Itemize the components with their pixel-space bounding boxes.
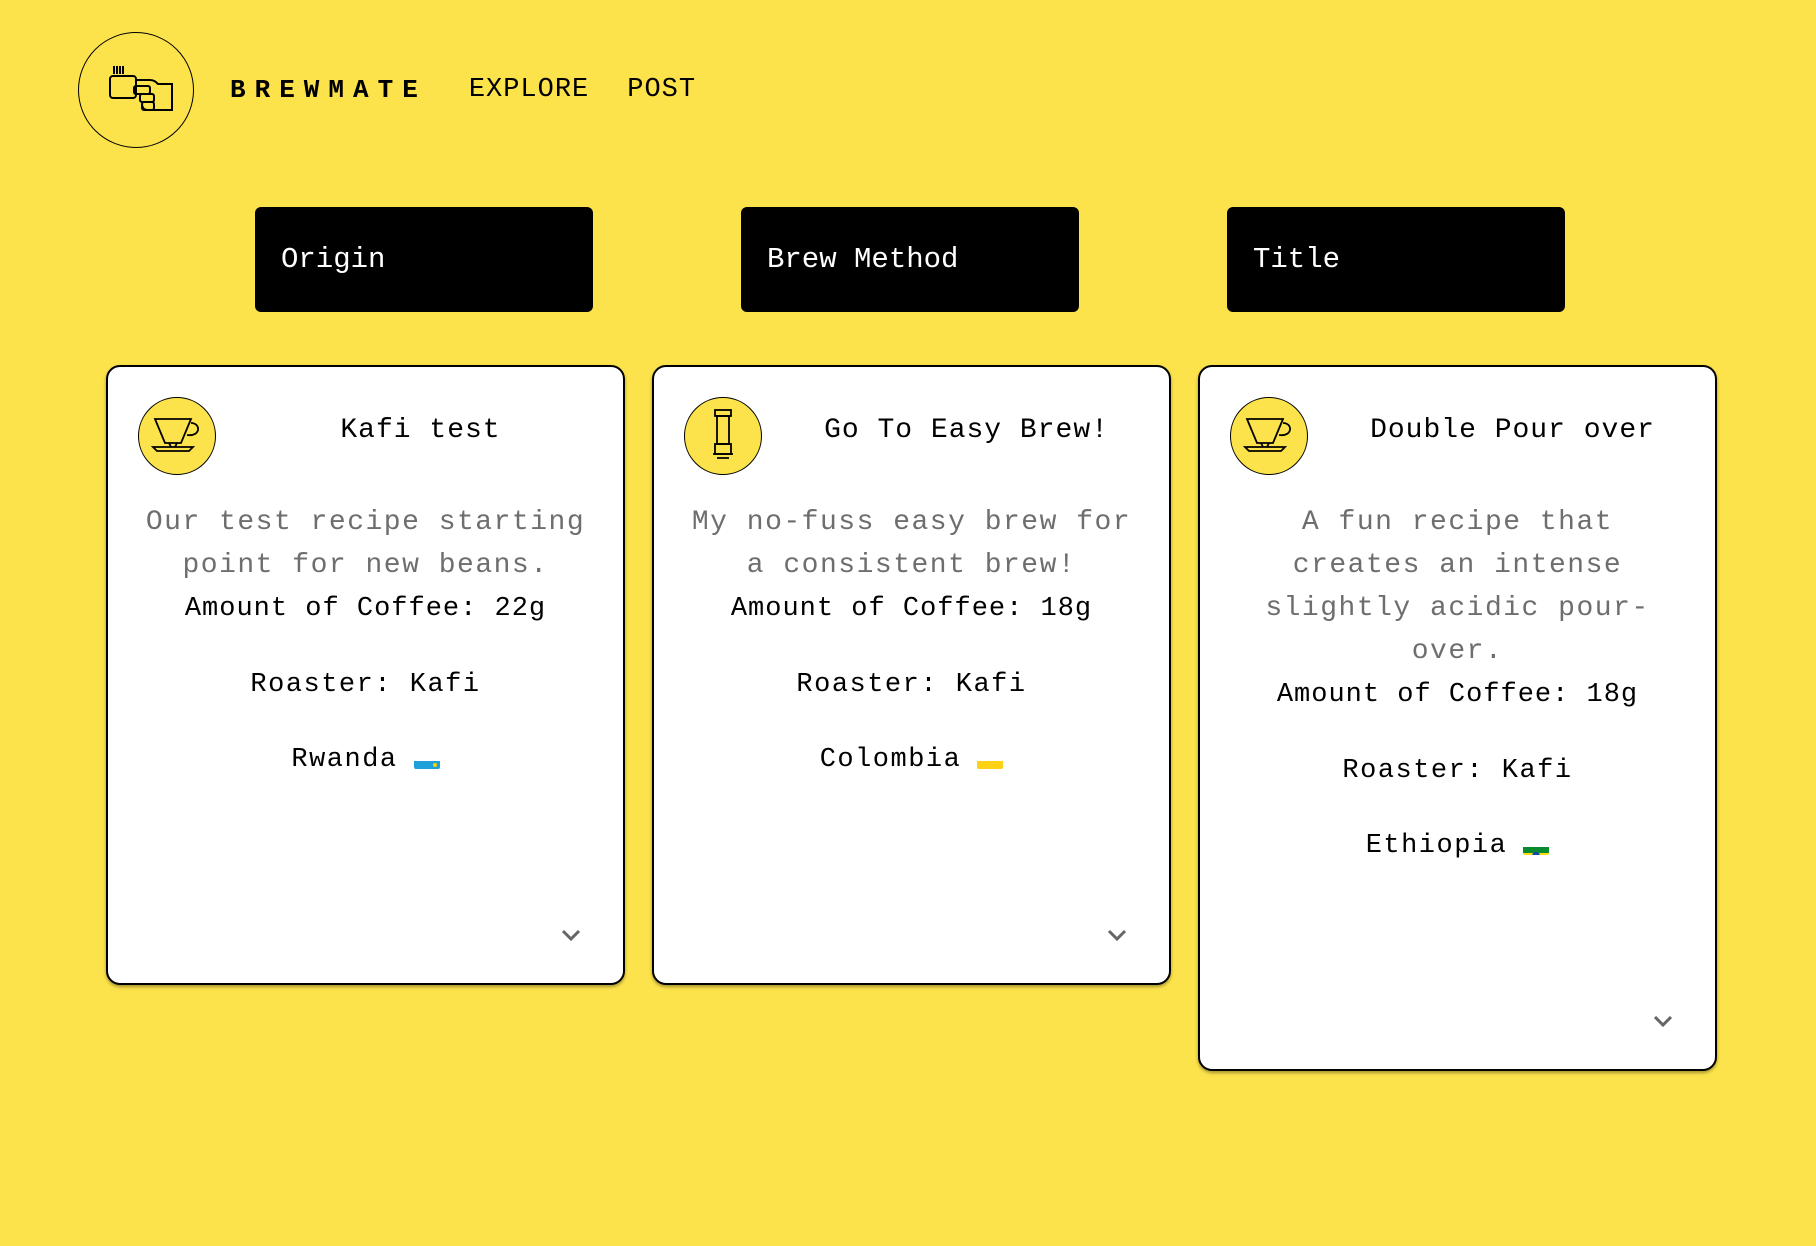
card-title: Double Pour over: [1370, 415, 1655, 446]
coffee-amount: Amount of Coffee: 18g: [1276, 680, 1639, 710]
method-icon-badge: [684, 397, 762, 475]
card-body: My no-fuss easy brew for a consistent br…: [654, 501, 1169, 782]
roaster: Roaster: Kafi: [1342, 756, 1573, 786]
card-body: Our test recipe starting point for new b…: [108, 501, 623, 782]
recipe-card[interactable]: Go To Easy Brew! My no-fuss easy brew fo…: [652, 365, 1171, 985]
card-body: A fun recipe that creates an intense sli…: [1200, 501, 1715, 868]
recipe-description: A fun recipe that creates an intense sli…: [1265, 507, 1650, 667]
card-header: Double Pour over: [1200, 367, 1715, 487]
origin-name: Colombia: [819, 745, 962, 775]
origin-name: Rwanda: [291, 745, 398, 775]
site-header: BREWMATE EXPLORE POST: [78, 31, 696, 149]
recipe-description: My no-fuss easy brew for a consistent br…: [691, 507, 1132, 581]
origin: Rwanda: [140, 738, 591, 782]
coffee-amount: Amount of Coffee: 22g: [184, 594, 547, 624]
aeropress-icon: [713, 409, 733, 459]
logo[interactable]: [78, 32, 194, 148]
method-icon-badge: [1230, 397, 1308, 475]
origin: Ethiopia: [1232, 824, 1683, 868]
recipe-card[interactable]: Double Pour over A fun recipe that creat…: [1198, 365, 1717, 1071]
chevron-down-icon[interactable]: [1105, 923, 1129, 947]
coffee-amount: Amount of Coffee: 18g: [730, 594, 1093, 624]
roaster: Roaster: Kafi: [250, 670, 481, 700]
chevron-down-icon[interactable]: [1651, 1009, 1675, 1033]
coffee-cup-hand-icon: [109, 66, 173, 111]
chevron-down-icon[interactable]: [559, 923, 583, 947]
method-icon-badge: [138, 397, 216, 475]
nav-explore[interactable]: EXPLORE: [469, 75, 589, 105]
origin-name: Ethiopia: [1365, 831, 1508, 861]
ethiopia-flag-icon: [1523, 837, 1550, 855]
card-header: Go To Easy Brew!: [654, 367, 1169, 487]
pour-over-dripper-icon: [1242, 418, 1291, 452]
brand-name[interactable]: BREWMATE: [230, 75, 427, 105]
pour-over-dripper-icon: [150, 418, 199, 452]
filter-brew-method[interactable]: Brew Method: [741, 207, 1079, 312]
card-header: Kafi test: [108, 367, 623, 487]
card-title: Kafi test: [340, 415, 501, 446]
recipe-description: Our test recipe starting point for new b…: [145, 507, 586, 581]
colombia-flag-icon: [977, 751, 1004, 769]
roaster: Roaster: Kafi: [796, 670, 1027, 700]
rwanda-flag-icon: [413, 751, 440, 769]
card-title: Go To Easy Brew!: [824, 415, 1109, 446]
recipe-card[interactable]: Kafi test Our test recipe starting point…: [106, 365, 625, 985]
filter-title[interactable]: Title: [1227, 207, 1565, 312]
nav-post[interactable]: POST: [627, 75, 696, 105]
filter-origin[interactable]: Origin: [255, 207, 593, 312]
origin: Colombia: [686, 738, 1137, 782]
